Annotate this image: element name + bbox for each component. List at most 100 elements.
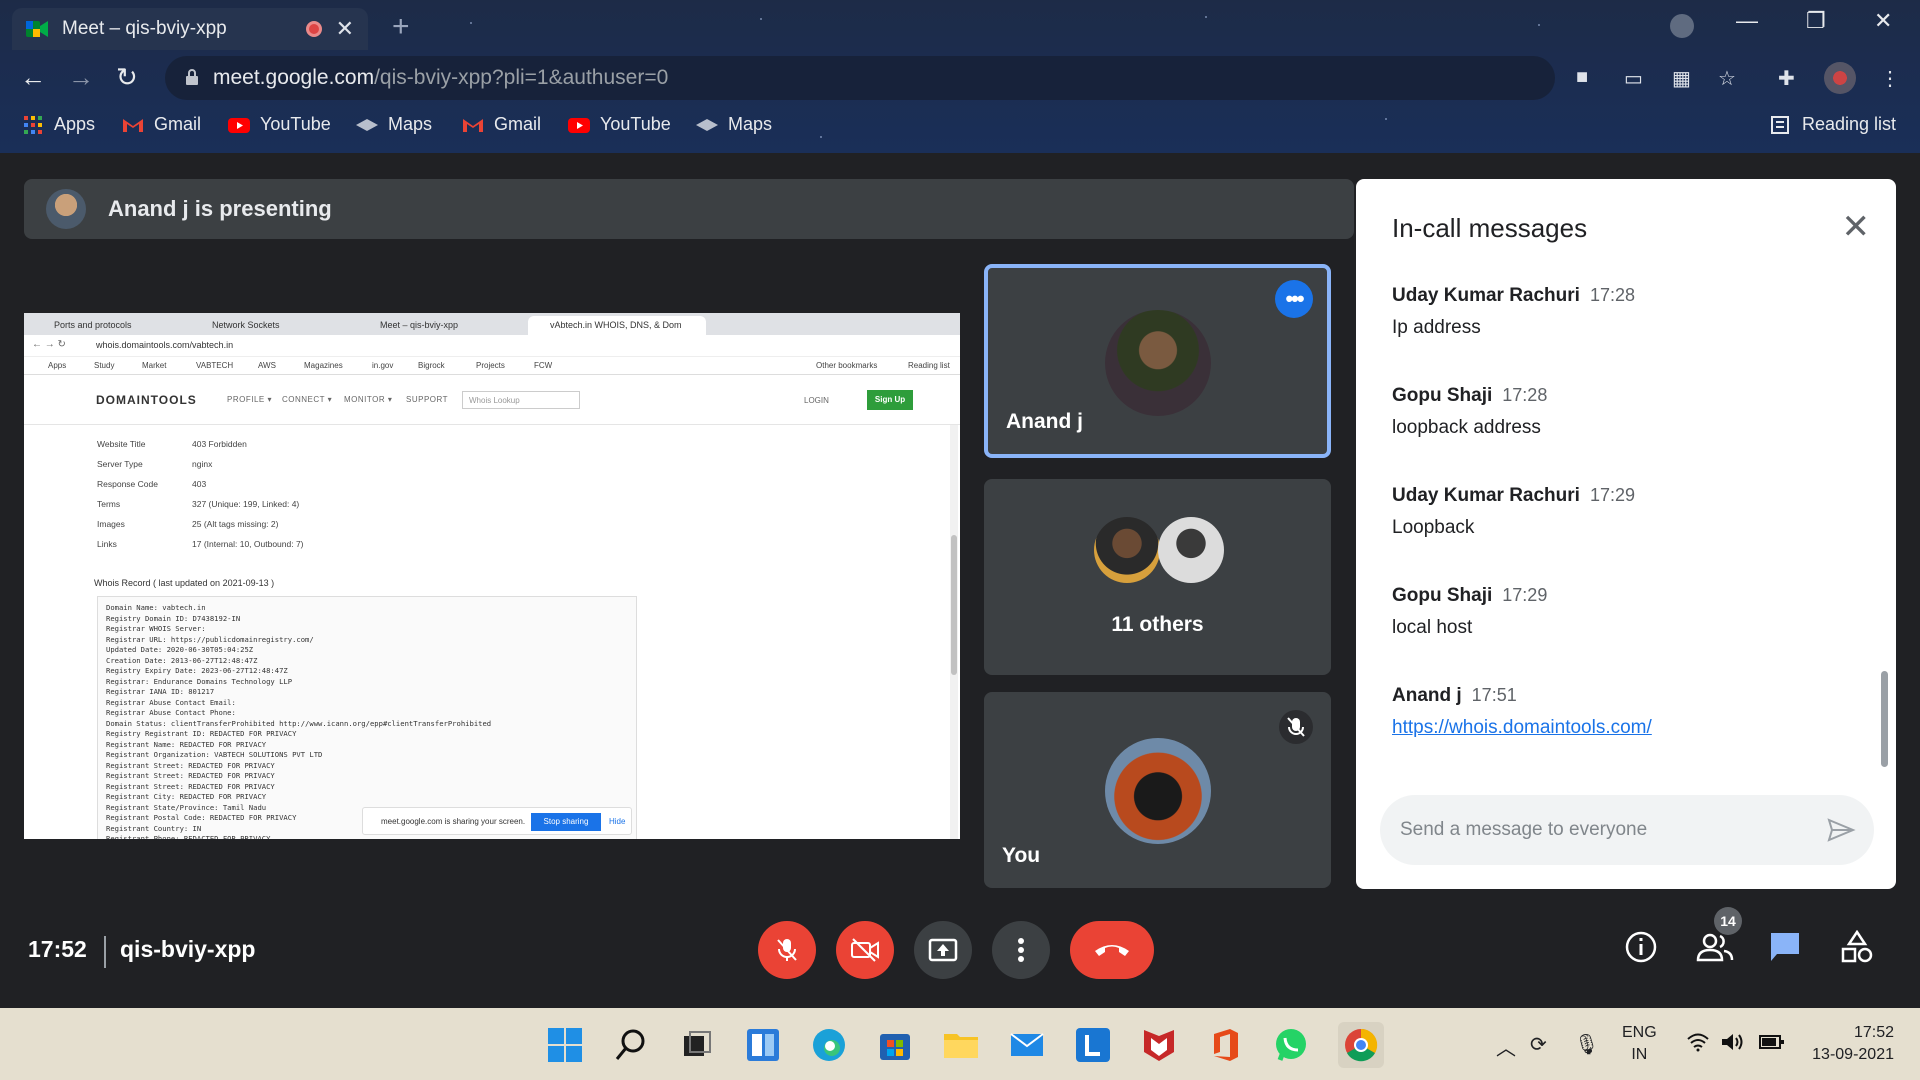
office-icon[interactable] — [1206, 1026, 1244, 1064]
camera-off-icon — [851, 938, 879, 962]
leave-call-button[interactable] — [1070, 921, 1154, 979]
whois-row: Images 25 (Alt tags missing: 2) — [97, 519, 279, 529]
shared-screen: Ports and protocols Network Sockets Meet… — [24, 313, 960, 839]
chrome-menu-icon[interactable]: ⋮ — [1880, 66, 1900, 91]
input-language[interactable]: ENG IN — [1622, 1022, 1657, 1066]
shared-bookmark: Bigrock — [418, 361, 445, 370]
info-icon — [1625, 931, 1657, 963]
participant-tile-others[interactable]: 11 others — [984, 479, 1331, 675]
recording-indicator-icon — [305, 21, 322, 37]
whatsapp-icon[interactable] — [1272, 1026, 1310, 1064]
microphone-icon[interactable]: 🎙 — [1574, 1032, 1599, 1057]
start-icon[interactable] — [546, 1026, 584, 1064]
message-text: local host — [1392, 617, 1473, 638]
bookmarks-bar: Apps Gmail YouTube Maps Gmail YouTube Ma… — [0, 108, 1920, 144]
back-icon[interactable]: ← — [20, 62, 46, 93]
mic-toggle-button[interactable] — [758, 921, 816, 979]
present-screen-button[interactable] — [914, 921, 972, 979]
battery-icon[interactable] — [1758, 1032, 1786, 1058]
mcafee-icon[interactable] — [1140, 1026, 1178, 1064]
bookmark-youtube[interactable]: YouTube — [228, 114, 331, 135]
extensions-icon[interactable]: ✚ — [1778, 66, 1795, 91]
camera-toggle-button[interactable] — [836, 921, 894, 979]
bookmark-apps[interactable]: Apps — [22, 114, 95, 135]
message-text: Ip address — [1392, 317, 1481, 338]
chat-message-input[interactable]: Send a message to everyone — [1380, 795, 1874, 865]
tab-close-icon[interactable]: ✕ — [336, 16, 354, 42]
bookmark-maps[interactable]: Maps — [356, 114, 432, 135]
reading-list-button[interactable]: Reading list — [1770, 114, 1896, 135]
reload-icon[interactable]: ↻ — [116, 62, 138, 93]
participant-name: Anand j — [1006, 410, 1083, 433]
profile-avatar[interactable] — [1824, 62, 1856, 94]
send-icon[interactable] — [1826, 815, 1856, 845]
new-tab-button[interactable]: + — [392, 10, 410, 44]
shared-login-link: LOGIN — [804, 396, 829, 405]
chat-icon — [1771, 933, 1799, 961]
chrome-taskbar-icon[interactable] — [1338, 1022, 1384, 1068]
more-options-button[interactable] — [992, 921, 1050, 979]
whois-row: Response Code 403 — [97, 479, 207, 489]
show-hidden-icons-icon[interactable]: ︿ — [1496, 1032, 1516, 1061]
file-explorer-icon[interactable] — [942, 1026, 980, 1064]
clock-date: 13-09-2021 — [1812, 1046, 1894, 1063]
shared-bookmark: Projects — [476, 361, 505, 370]
meeting-controls-bar: 17:52 qis-bviy-xpp 14 — [0, 900, 1920, 1000]
shared-stop-sharing-button: Stop sharing — [531, 813, 601, 831]
tab-meet[interactable]: Meet – qis-bviy-xpp ✕ — [12, 8, 368, 50]
present-screen-icon — [928, 938, 958, 962]
qr-code-icon[interactable]: ▦ — [1672, 66, 1691, 91]
camera-icon[interactable]: ■ — [1576, 66, 1588, 89]
bookmark-maps-2[interactable]: Maps — [696, 114, 772, 135]
volume-icon[interactable] — [1720, 1032, 1746, 1058]
restore-icon[interactable]: ❐ — [1806, 8, 1826, 34]
close-chat-icon[interactable]: ✕ — [1842, 207, 1871, 247]
tab-search-icon[interactable] — [1670, 14, 1694, 38]
shared-bookmark: Study — [94, 361, 115, 370]
message-sender: Gopu Shaji — [1392, 385, 1493, 406]
participant-tile-you[interactable]: You — [984, 692, 1331, 888]
shared-hide-link: Hide — [609, 817, 626, 826]
bookmark-gmail-2[interactable]: Gmail — [462, 114, 541, 135]
cast-icon[interactable]: ▭ — [1624, 66, 1643, 91]
search-icon[interactable] — [612, 1026, 650, 1064]
people-button[interactable] — [1696, 930, 1734, 969]
mail-icon[interactable] — [1008, 1026, 1046, 1064]
participant-avatar — [1104, 738, 1211, 844]
chat-scrollbar[interactable] — [1881, 671, 1888, 767]
meeting-details-button[interactable] — [1624, 930, 1658, 969]
bookmark-star-icon[interactable]: ☆ — [1718, 66, 1736, 91]
more-options-icon[interactable]: ••• — [1275, 280, 1313, 318]
google-meet-icon — [26, 21, 48, 37]
shared-tab: Network Sockets — [212, 320, 280, 330]
shared-signup-button: Sign Up — [867, 390, 913, 410]
activities-button[interactable] — [1840, 929, 1874, 969]
shared-scrollbar — [950, 425, 958, 839]
forward-icon[interactable]: → — [68, 62, 94, 93]
l-app-icon[interactable] — [1074, 1026, 1112, 1064]
message-link[interactable]: https://whois.domaintools.com/ — [1392, 717, 1652, 738]
window-close-icon[interactable]: ✕ — [1874, 8, 1892, 34]
system-clock[interactable]: 17:52 13-09-2021 — [1804, 1022, 1894, 1066]
address-bar[interactable]: meet.google.com/qis-bviy-xpp?pli=1&authu… — [165, 56, 1555, 100]
widgets-icon[interactable] — [744, 1026, 782, 1064]
task-view-icon[interactable] — [678, 1026, 716, 1064]
store-icon[interactable] — [876, 1026, 914, 1064]
hang-up-icon — [1095, 945, 1129, 956]
minimize-icon[interactable]: — — [1736, 8, 1758, 34]
participant-avatar — [1158, 517, 1224, 583]
chat-button[interactable] — [1768, 930, 1802, 969]
shared-url: whois.domaintools.com/vabtech.in — [96, 340, 234, 350]
sync-icon[interactable]: ⟳ — [1530, 1032, 1547, 1057]
tab-title: Meet – qis-bviy-xpp — [62, 18, 227, 39]
shared-bookmark: Apps — [48, 361, 67, 370]
activities-icon — [1841, 929, 1873, 963]
participant-tile-anand[interactable]: ••• Anand j — [984, 264, 1331, 458]
windows-taskbar: ︿ ⟳ 🎙 ENG IN 17:52 13-09-2021 — [0, 1008, 1920, 1080]
bookmark-gmail[interactable]: Gmail — [122, 114, 201, 135]
whois-record-text: Domain Name: vabtech.in Registry Domain … — [97, 596, 637, 839]
url-domain: meet.google.com — [213, 66, 375, 89]
edge-browser-icon[interactable] — [810, 1026, 848, 1064]
bookmark-youtube-2[interactable]: YouTube — [568, 114, 671, 135]
wifi-icon[interactable] — [1686, 1032, 1710, 1058]
